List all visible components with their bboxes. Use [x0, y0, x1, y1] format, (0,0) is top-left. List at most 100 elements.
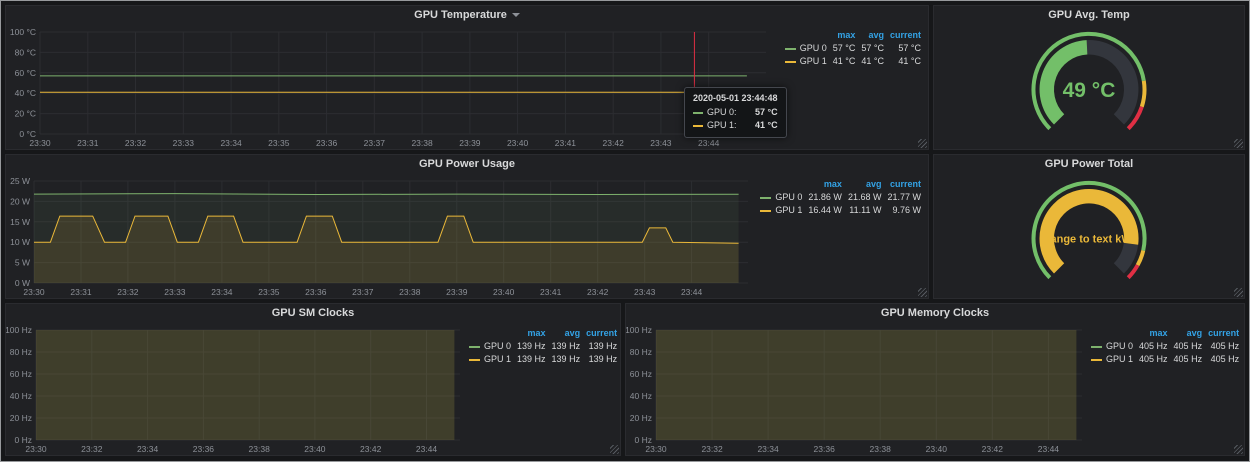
- svg-text:80 °C: 80 °C: [15, 47, 36, 57]
- svg-text:23:38: 23:38: [870, 444, 892, 454]
- legend-value: 405 Hz: [1205, 353, 1242, 366]
- svg-text:5 W: 5 W: [15, 258, 30, 268]
- svg-text:23:42: 23:42: [587, 287, 609, 297]
- chart-svg: 0 Hz20 Hz40 Hz60 Hz80 Hz100 Hz23:3023:32…: [6, 323, 466, 455]
- series-line-icon: [1091, 346, 1102, 348]
- legend-value: 41 °C: [858, 55, 887, 68]
- panel-gpu-temperature: GPU Temperature 0 °C20 °C40 °C60 °C80 °C…: [5, 5, 929, 150]
- legend-col-header: max: [805, 178, 845, 191]
- panel-gpu-sm-clocks: GPU SM Clocks 0 Hz20 Hz40 Hz60 Hz80 Hz10…: [5, 303, 621, 456]
- legend-series-name[interactable]: GPU 0: [757, 191, 805, 204]
- gauge-svg: 49 °C: [934, 26, 1244, 145]
- svg-text:23:36: 23:36: [193, 444, 215, 454]
- series-line-icon: [760, 210, 771, 212]
- svg-text:23:31: 23:31: [70, 287, 92, 297]
- tooltip-series-value: 41 °C: [755, 119, 778, 132]
- series-line-icon: [469, 359, 480, 361]
- legend-value: 21.77 W: [884, 191, 924, 204]
- tooltip-row: GPU 0: 57 °C: [693, 106, 778, 119]
- legend-value: 41 °C: [887, 55, 924, 68]
- chart-svg: 0 Hz20 Hz40 Hz60 Hz80 Hz100 Hz23:3023:32…: [626, 323, 1088, 455]
- legend-value: 405 Hz: [1136, 340, 1171, 353]
- panel-title-gpu-avg-temp[interactable]: GPU Avg. Temp: [934, 6, 1244, 25]
- legend-series-name[interactable]: GPU 0: [782, 42, 830, 55]
- series-line-icon: [1091, 359, 1102, 361]
- svg-text:20 Hz: 20 Hz: [10, 413, 32, 423]
- panel-resize-handle[interactable]: [1234, 288, 1243, 297]
- tooltip-row: GPU 1: 41 °C: [693, 119, 778, 132]
- legend-value: 405 Hz: [1205, 340, 1242, 353]
- svg-text:23:39: 23:39: [459, 138, 481, 148]
- svg-text:23:36: 23:36: [814, 444, 836, 454]
- svg-text:23:42: 23:42: [982, 444, 1004, 454]
- legend-series-name[interactable]: GPU 1: [757, 204, 805, 217]
- svg-text:23:40: 23:40: [493, 287, 515, 297]
- gpu-temperature-legend: maxavgcurrentGPU 057 °C57 °C57 °CGPU 141…: [772, 25, 928, 149]
- svg-text:23:44: 23:44: [698, 138, 720, 148]
- panel-title-gpu-temperature[interactable]: GPU Temperature: [6, 6, 928, 25]
- svg-text:23:38: 23:38: [249, 444, 271, 454]
- panel-resize-handle[interactable]: [1234, 139, 1243, 148]
- panel-title-text: GPU Power Total: [1045, 158, 1133, 170]
- svg-text:23:32: 23:32: [701, 444, 723, 454]
- panel-title-gpu-power-total[interactable]: GPU Power Total: [934, 155, 1244, 174]
- svg-text:23:34: 23:34: [220, 138, 242, 148]
- legend-col-header: max: [1136, 327, 1171, 340]
- panel-title-gpu-memory-clocks[interactable]: GPU Memory Clocks: [626, 304, 1244, 323]
- legend-series-name[interactable]: GPU 1: [782, 55, 830, 68]
- legend-value: 21.86 W: [805, 191, 845, 204]
- panel-gpu-power-usage: GPU Power Usage 0 W5 W10 W15 W20 W25 W23…: [5, 154, 929, 299]
- legend-col-header: avg: [858, 29, 887, 42]
- legend-series-name[interactable]: GPU 1: [1088, 353, 1136, 366]
- panel-resize-handle[interactable]: [1234, 445, 1243, 454]
- legend-series-name[interactable]: GPU 0: [466, 340, 514, 353]
- gpu-power-usage-chart[interactable]: 0 W5 W10 W15 W20 W25 W23:3023:3123:3223:…: [6, 174, 754, 298]
- svg-text:23:40: 23:40: [926, 444, 948, 454]
- svg-text:23:40: 23:40: [304, 444, 326, 454]
- panel-title-gpu-power-usage[interactable]: GPU Power Usage: [6, 155, 928, 174]
- legend-series-name[interactable]: GPU 0: [1088, 340, 1136, 353]
- tooltip-series-value: 57 °C: [755, 106, 778, 119]
- svg-text:23:34: 23:34: [757, 444, 779, 454]
- panel-title-gpu-sm-clocks[interactable]: GPU SM Clocks: [6, 304, 620, 323]
- legend-series-name[interactable]: GPU 1: [466, 353, 514, 366]
- legend-row: GPU 116.44 W11.11 W9.76 W: [757, 204, 924, 217]
- gpu-memory-clocks-chart[interactable]: 0 Hz20 Hz40 Hz60 Hz80 Hz100 Hz23:3023:32…: [626, 323, 1088, 455]
- legend-row: GPU 1139 Hz139 Hz139 Hz: [466, 353, 620, 366]
- svg-text:15 W: 15 W: [10, 217, 30, 227]
- svg-text:23:34: 23:34: [137, 444, 159, 454]
- svg-text:23:30: 23:30: [645, 444, 667, 454]
- svg-text:80 Hz: 80 Hz: [10, 347, 32, 357]
- legend-table: maxavgcurrentGPU 0139 Hz139 Hz139 HzGPU …: [466, 327, 620, 366]
- panel-resize-handle[interactable]: [918, 288, 927, 297]
- gpu-sm-clocks-chart[interactable]: 0 Hz20 Hz40 Hz60 Hz80 Hz100 Hz23:3023:32…: [6, 323, 466, 455]
- legend-value: 139 Hz: [549, 353, 584, 366]
- legend-table: maxavgcurrentGPU 057 °C57 °C57 °CGPU 141…: [782, 29, 924, 68]
- gpu-memory-clocks-legend: maxavgcurrentGPU 0405 Hz405 Hz405 HzGPU …: [1088, 323, 1244, 455]
- legend-value: 405 Hz: [1171, 340, 1206, 353]
- svg-text:23:33: 23:33: [164, 287, 186, 297]
- svg-text:23:33: 23:33: [173, 138, 195, 148]
- svg-text:23:36: 23:36: [305, 287, 327, 297]
- svg-text:40 °C: 40 °C: [15, 88, 36, 98]
- panel-resize-handle[interactable]: [918, 139, 927, 148]
- tooltip-series-name: GPU 1:: [707, 119, 737, 132]
- panel-gpu-power-total: GPU Power Total range to text kW: [933, 154, 1245, 299]
- svg-text:60 °C: 60 °C: [15, 68, 36, 78]
- legend-value: 139 Hz: [514, 353, 549, 366]
- legend-value: 139 Hz: [514, 340, 549, 353]
- svg-text:23:35: 23:35: [268, 138, 290, 148]
- gpu-avg-temp-gauge: 49 °C: [934, 26, 1244, 145]
- svg-text:23:31: 23:31: [77, 138, 99, 148]
- legend-value: 139 Hz: [583, 340, 620, 353]
- svg-text:25 W: 25 W: [10, 176, 30, 186]
- legend-value: 57 °C: [858, 42, 887, 55]
- legend-value: 16.44 W: [805, 204, 845, 217]
- legend-col-header: avg: [549, 327, 584, 340]
- panel-resize-handle[interactable]: [610, 445, 619, 454]
- legend-value: 57 °C: [830, 42, 859, 55]
- svg-text:10 W: 10 W: [10, 237, 30, 247]
- legend-row: GPU 057 °C57 °C57 °C: [782, 42, 924, 55]
- svg-text:23:40: 23:40: [507, 138, 529, 148]
- gpu-temperature-chart[interactable]: 0 °C20 °C40 °C60 °C80 °C100 °C23:3023:31…: [6, 25, 772, 149]
